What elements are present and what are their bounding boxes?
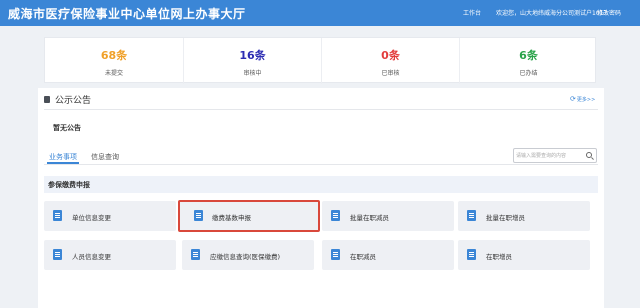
card-personnel-info-change[interactable]: 人员信息变更 bbox=[44, 240, 176, 270]
stat-value: 0条 bbox=[381, 49, 400, 62]
card-label: 批量在职增员 bbox=[486, 214, 525, 222]
card-label: 应缴信息查询(医保缴费) bbox=[210, 253, 281, 261]
announcement-title: 公示公告 bbox=[55, 96, 92, 106]
empty-announcement-text: 暂无公告 bbox=[53, 124, 81, 132]
stat-label: 未提交 bbox=[104, 70, 123, 77]
section-title: 参保缴费申报 bbox=[48, 181, 90, 189]
stat-unsubmitted[interactable]: 68条 未提交 bbox=[45, 38, 183, 84]
stat-value: 16条 bbox=[239, 49, 266, 62]
card-staff-addition[interactable]: 在职增员 bbox=[458, 240, 590, 270]
card-label: 单位信息变更 bbox=[72, 214, 111, 222]
stat-completed[interactable]: 6条 已办结 bbox=[459, 38, 597, 84]
card-label: 批量在职减员 bbox=[350, 214, 389, 222]
more-link[interactable]: ⟳更多>> bbox=[570, 95, 595, 103]
stat-label: 已办结 bbox=[519, 70, 538, 77]
stats-panel: 68条 未提交 16条 审核中 0条 已审核 6条 已办结 bbox=[44, 37, 597, 84]
card-payable-info-query[interactable]: 应缴信息查询(医保缴费) bbox=[182, 240, 314, 270]
stat-reviewed[interactable]: 0条 已审核 bbox=[321, 38, 459, 84]
welcome-text: 欢迎您，山大地纬威海分公司测试户1017 bbox=[496, 10, 608, 17]
document-icon bbox=[191, 249, 200, 260]
card-contribution-base-declaration[interactable]: 缴费基数申报 bbox=[178, 200, 320, 232]
app-title: 威海市医疗保险事业中心单位网上办事大厅 bbox=[8, 7, 246, 21]
search-input[interactable] bbox=[516, 151, 582, 161]
card-batch-staff-addition[interactable]: 批量在职增员 bbox=[458, 201, 590, 231]
stat-label: 已审核 bbox=[381, 70, 400, 77]
card-unit-info-change[interactable]: 单位信息变更 bbox=[44, 201, 176, 231]
top-bar: 威海市医疗保险事业中心单位网上办事大厅 工作台 欢迎您，山大地纬威海分公司测试户… bbox=[0, 0, 640, 26]
tab-business[interactable]: 业务事项 bbox=[49, 152, 77, 162]
document-icon bbox=[53, 210, 62, 221]
document-icon bbox=[467, 249, 476, 260]
stat-value: 6条 bbox=[519, 49, 538, 62]
document-icon bbox=[194, 210, 203, 221]
stat-reviewing[interactable]: 16条 审核中 bbox=[183, 38, 321, 84]
divider bbox=[44, 109, 598, 110]
search-box bbox=[513, 148, 597, 163]
stat-value: 68条 bbox=[100, 49, 128, 62]
card-label: 在职增员 bbox=[486, 253, 512, 261]
announcement-icon bbox=[44, 96, 50, 103]
refresh-icon: ⟳ bbox=[570, 95, 576, 103]
main-panel: 公示公告 ⟳更多>> 暂无公告 业务事项 信息查询 参保缴费申报 单位信息变更 … bbox=[38, 88, 604, 308]
card-label: 人员信息变更 bbox=[72, 253, 111, 261]
document-icon bbox=[331, 210, 340, 221]
card-batch-staff-reduction[interactable]: 批量在职减员 bbox=[322, 201, 454, 231]
tab-info-query[interactable]: 信息查询 bbox=[91, 152, 119, 162]
search-icon[interactable] bbox=[586, 152, 592, 158]
card-staff-reduction[interactable]: 在职减员 bbox=[322, 240, 454, 270]
section-header: 参保缴费申报 bbox=[44, 176, 598, 193]
card-label: 缴费基数申报 bbox=[212, 214, 251, 222]
stat-label: 审核中 bbox=[243, 70, 262, 77]
change-password-link[interactable]: 修改密码 bbox=[597, 8, 621, 17]
more-label: 更多>> bbox=[576, 97, 596, 103]
document-icon bbox=[53, 249, 62, 260]
card-label: 在职减员 bbox=[350, 253, 376, 261]
document-icon bbox=[331, 249, 340, 260]
tab-divider bbox=[44, 164, 598, 165]
document-icon bbox=[467, 210, 476, 221]
workbench-link[interactable]: 工作台 bbox=[463, 8, 481, 17]
